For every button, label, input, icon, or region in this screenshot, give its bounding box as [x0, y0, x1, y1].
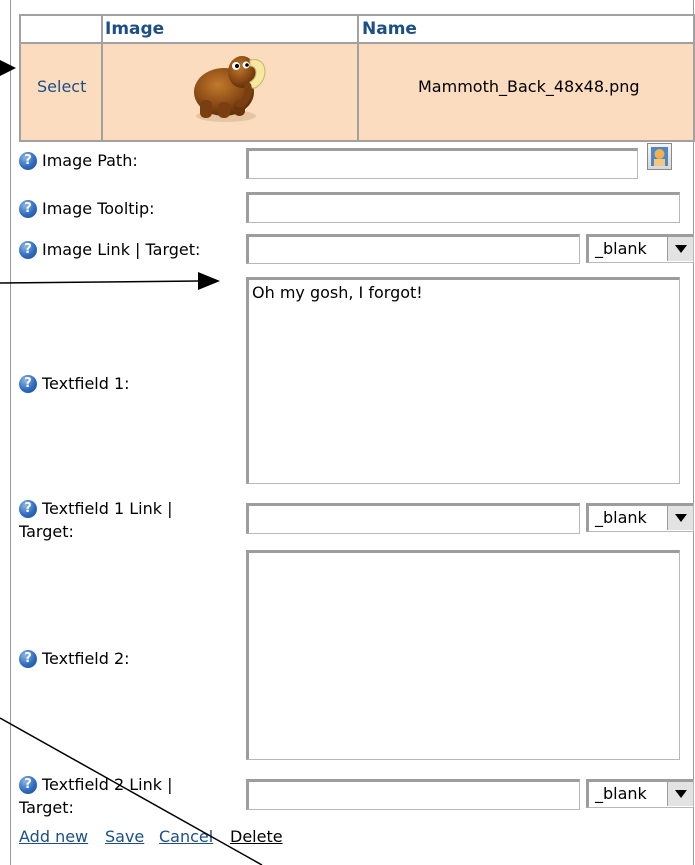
annotation-line — [0, 717, 263, 865]
arrow-head — [0, 60, 16, 76]
annotation-line — [0, 280, 201, 284]
annotation-arrows — [0, 60, 263, 865]
arrow-head — [198, 272, 220, 290]
